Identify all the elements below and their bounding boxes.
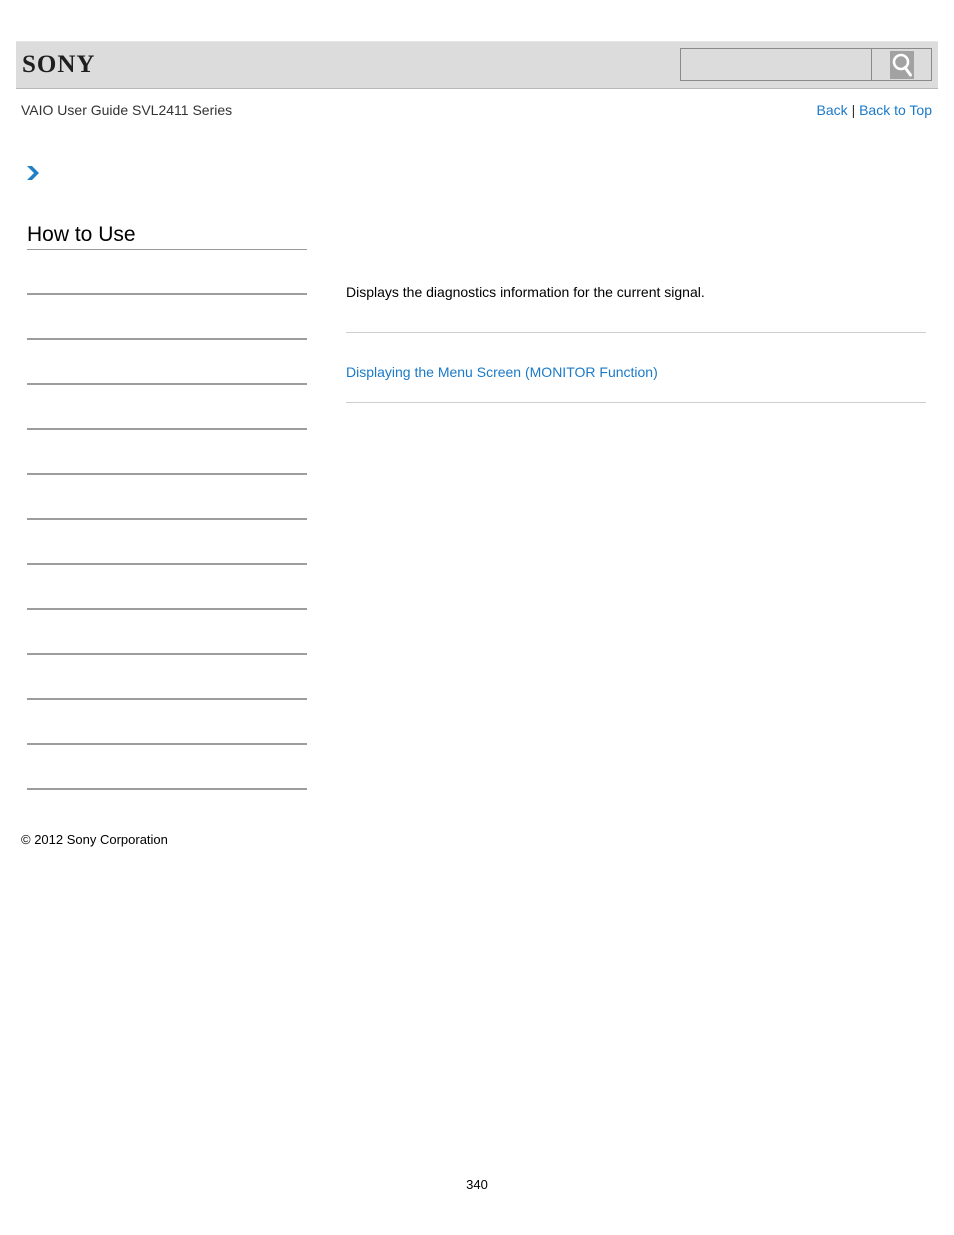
sidebar-item[interactable] (27, 700, 307, 745)
sony-logo: SONY (22, 51, 96, 78)
sidebar-item[interactable] (27, 610, 307, 655)
search-button[interactable] (871, 48, 932, 81)
sidebar: How to Use (27, 222, 307, 790)
page-number: 340 (466, 1177, 488, 1192)
divider (346, 402, 926, 403)
sidebar-item[interactable] (27, 250, 307, 295)
description-text: Displays the diagnostics information for… (346, 284, 705, 300)
sidebar-item[interactable] (27, 475, 307, 520)
chevron-right-icon[interactable] (26, 166, 40, 185)
nav-links: Back | Back to Top (817, 102, 932, 118)
sidebar-item[interactable] (27, 340, 307, 385)
copyright: © 2012 Sony Corporation (21, 832, 168, 847)
search-input[interactable] (680, 48, 872, 81)
sidebar-item[interactable] (27, 385, 307, 430)
breadcrumb (26, 165, 40, 186)
header-bar: SONY (16, 41, 938, 89)
sidebar-item[interactable] (27, 565, 307, 610)
sidebar-item[interactable] (27, 655, 307, 700)
sidebar-title: How to Use (27, 222, 307, 250)
back-link[interactable]: Back (817, 102, 848, 118)
search-icon (889, 50, 914, 79)
sidebar-item[interactable] (27, 520, 307, 565)
sidebar-item[interactable] (27, 295, 307, 340)
back-to-top-link[interactable]: Back to Top (859, 102, 932, 118)
sidebar-item[interactable] (27, 430, 307, 475)
nav-separator: | (851, 102, 856, 118)
main-content: Displays the diagnostics information for… (346, 283, 926, 403)
sidebar-item[interactable] (27, 745, 307, 790)
guide-title: VAIO User Guide SVL2411 Series (21, 102, 233, 118)
related-topic-link[interactable]: Displaying the Menu Screen (MONITOR Func… (346, 364, 658, 380)
